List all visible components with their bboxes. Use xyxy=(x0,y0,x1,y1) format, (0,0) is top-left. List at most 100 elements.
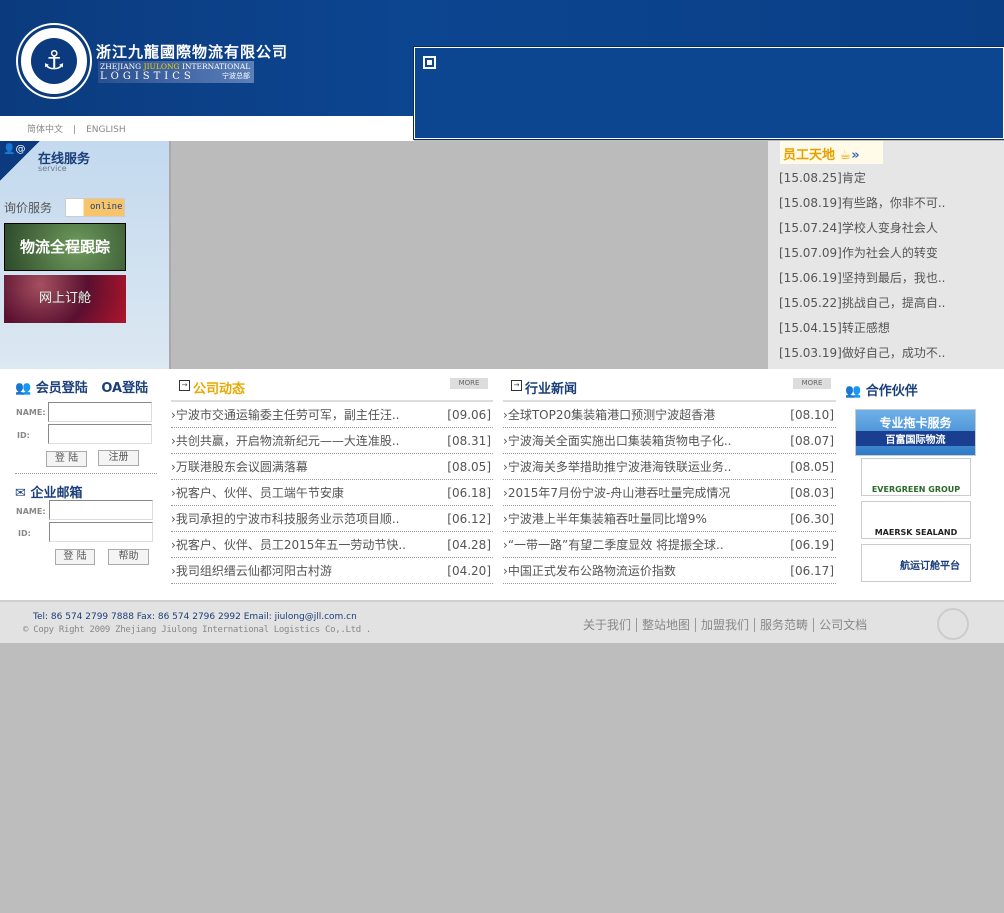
news-row[interactable]: ›万联港股东会议圆满落幕 [08.05] xyxy=(171,454,493,480)
news-title[interactable]: 中国正式发布公路物流运价指数 xyxy=(508,564,676,578)
news-title[interactable]: 祝客户、伙伴、员工2015年五一劳动节快.. xyxy=(176,538,406,552)
news-date: [08.10] xyxy=(790,407,834,422)
mail-title-text: 企业邮箱 xyxy=(30,486,83,501)
member-login-label[interactable]: 会员登陆 xyxy=(36,381,88,396)
footer-link[interactable]: 服务范畴 xyxy=(755,618,815,632)
staff-item[interactable]: [15.07.24]学校人变身社会人 xyxy=(779,219,945,244)
coffee-icon: ☕ xyxy=(839,148,852,163)
news-row[interactable]: ›宁波港上半年集装箱吞吐量同比增9% [06.30] xyxy=(503,506,836,532)
staff-title[interactable]: 员工天地 ☕» xyxy=(780,141,883,164)
footer-link[interactable]: 关于我们 xyxy=(578,618,638,632)
staff-item-title[interactable]: 作为社会人的转变 xyxy=(842,246,938,260)
staff-item-title[interactable]: 做好自己，成功不.. xyxy=(842,346,946,360)
member-icon: 👥 xyxy=(15,381,32,396)
staff-item-title[interactable]: 转正感想 xyxy=(842,321,890,335)
divider xyxy=(15,473,157,474)
mail-id-input[interactable] xyxy=(49,522,153,542)
news-title-wrap: ›祝客户、伙伴、员工端午节安康 xyxy=(171,484,344,501)
news-row[interactable]: ›宁波海关全面实施出口集装箱货物电子化.. [08.07] xyxy=(503,428,836,454)
news-row[interactable]: ›宁波海关多举措助推宁波港海铁联运业务.. [08.05] xyxy=(503,454,836,480)
news-title[interactable]: 共创共赢，开启物流新纪元——大连准股.. xyxy=(176,434,400,448)
staff-item-date: [15.07.09] xyxy=(779,246,842,260)
staff-item-title[interactable]: 挑战自己，提高自.. xyxy=(842,296,946,310)
news-row[interactable]: ›中国正式发布公路物流运价指数 [06.17] xyxy=(503,558,836,584)
member-name-input[interactable] xyxy=(48,402,152,422)
chevron-down-icon: » xyxy=(851,148,860,163)
partner-sub: 百富国际物流 xyxy=(856,431,975,446)
staff-item-title[interactable]: 坚持到最后，我也.. xyxy=(842,271,946,285)
en-logistics: LOGISTICS xyxy=(100,71,195,82)
news-date: [08.07] xyxy=(790,433,834,448)
staff-item[interactable]: [15.08.19]有些路，你非不可.. xyxy=(779,194,945,219)
member-login-button[interactable]: 登 陆 xyxy=(46,451,87,467)
company-news-more[interactable]: MORE xyxy=(450,378,488,389)
staff-item-date: [15.08.25] xyxy=(779,171,842,185)
news-date: [08.31] xyxy=(447,433,491,448)
news-title[interactable]: 宁波港上半年集装箱吞吐量同比增9% xyxy=(508,512,707,526)
news-row[interactable]: ›全球TOP20集装箱港口预测宁波超香港 [08.10] xyxy=(503,402,836,428)
staff-item[interactable]: [15.04.15]转正感想 xyxy=(779,319,945,344)
news-title[interactable]: 宁波海关全面实施出口集装箱货物电子化.. xyxy=(508,434,732,448)
id-label: ID: xyxy=(17,431,30,440)
staff-item[interactable]: [15.03.19]做好自己，成功不.. xyxy=(779,344,945,369)
industry-news-panel: → 行业新闻 MORE ›全球TOP20集装箱港口预测宁波超香港 [08.10] ›宁波… xyxy=(503,369,836,584)
seal-logo xyxy=(937,608,969,640)
staff-item[interactable]: [15.06.19]坚持到最后，我也.. xyxy=(779,269,945,294)
news-title[interactable]: 万联港股东会议圆满落幕 xyxy=(176,460,308,474)
staff-item[interactable]: [15.08.25]肯定 xyxy=(779,169,945,194)
news-row[interactable]: ›宁波市交通运输委主任劳可军，副主任汪.. [09.06] xyxy=(171,402,493,428)
company-logo[interactable]: ⚓ xyxy=(18,25,90,97)
mail-name-input[interactable] xyxy=(49,500,153,520)
news-row[interactable]: ›祝客户、伙伴、员工端午节安康 [06.18] xyxy=(171,480,493,506)
oa-login-link[interactable]: OA登陆 xyxy=(101,381,148,396)
staff-item[interactable]: [15.07.09]作为社会人的转变 xyxy=(779,244,945,269)
news-title[interactable]: “一带一路”有望二季度显效 将提振全球.. xyxy=(508,538,724,552)
register-button[interactable]: 注册 xyxy=(98,450,139,466)
staff-item-title[interactable]: 肯定 xyxy=(842,171,866,185)
staff-title-text: 员工天地 xyxy=(783,148,836,163)
tracking-banner[interactable]: 物流全程跟踪 xyxy=(4,223,126,271)
copyright: © Copy Right 2009 Zhejiang Jiulong Inter… xyxy=(23,625,372,635)
service-sidebar: 👤@ 在线服务 service 询价服务 online 物流全程跟踪 网上订舱 xyxy=(0,141,171,369)
news-title-wrap: ›共创共赢，开启物流新纪元——大连准股.. xyxy=(171,432,399,449)
online-button[interactable]: online xyxy=(65,198,125,217)
news-title[interactable]: 2015年7月份宁波-舟山港吞吐量完成情况 xyxy=(508,486,731,500)
partner-evergreen[interactable]: EVERGREEN GROUP xyxy=(861,458,971,496)
footer-link[interactable]: 加盟我们 xyxy=(696,618,756,632)
news-title-wrap: ›2015年7月份宁波-舟山港吞吐量完成情况 xyxy=(503,484,730,501)
news-row[interactable]: ›我司组织缙云仙都河阳古村游 [04.20] xyxy=(171,558,493,584)
news-title[interactable]: 我司组织缙云仙都河阳古村游 xyxy=(176,564,332,578)
booking-banner[interactable]: 网上订舱 xyxy=(4,275,126,323)
news-row[interactable]: ›祝客户、伙伴、员工2015年五一劳动节快.. [04.28] xyxy=(171,532,493,558)
footer-link[interactable]: 整站地图 xyxy=(637,618,697,632)
mail-login-button[interactable]: 登 陆 xyxy=(55,549,95,565)
help-button[interactable]: 帮助 xyxy=(108,549,149,565)
news-row[interactable]: ›“一带一路”有望二季度显效 将提振全球.. [06.19] xyxy=(503,532,836,558)
company-news-title: 公司动态 xyxy=(193,382,246,397)
partner-maersk[interactable]: MAERSK SEALAND xyxy=(861,501,971,539)
news-title-wrap: ›宁波海关全面实施出口集装箱货物电子化.. xyxy=(503,432,731,449)
news-row[interactable]: ›共创共赢，开启物流新纪元——大连准股.. [08.31] xyxy=(171,428,493,454)
news-row[interactable]: ›2015年7月份宁波-舟山港吞吐量完成情况 [08.03] xyxy=(503,480,836,506)
partner-shipping-platform[interactable]: 航运订舱平台 xyxy=(861,544,971,582)
partner-baifu[interactable]: 专业拖卡服务 百富国际物流 xyxy=(855,409,976,456)
footer-link[interactable]: 公司文档 xyxy=(814,618,872,632)
news-title[interactable]: 宁波海关多举措助推宁波港海铁联运业务.. xyxy=(508,460,732,474)
partners-title-text: 合作伙伴 xyxy=(865,384,918,399)
member-id-input[interactable] xyxy=(48,424,152,444)
staff-item[interactable]: [15.05.22]挑战自己，提高自.. xyxy=(779,294,945,319)
staff-item-date: [15.05.22] xyxy=(779,296,842,310)
lang-english[interactable]: ENGLISH xyxy=(86,125,126,135)
footer-links: 关于我们 整站地图 加盟我们 服务范畴 公司文档 xyxy=(578,616,872,633)
company-news-list: ›宁波市交通运输委主任劳可军，副主任汪.. [09.06] ›共创共赢，开启物流新纪… xyxy=(171,402,493,584)
staff-item-title[interactable]: 有些路，你非不可.. xyxy=(842,196,946,210)
news-title[interactable]: 祝客户、伙伴、员工端午节安康 xyxy=(176,486,344,500)
staff-item-title[interactable]: 学校人变身社会人 xyxy=(842,221,938,235)
news-title[interactable]: 全球TOP20集装箱港口预测宁波超香港 xyxy=(508,408,715,422)
news-title[interactable]: 我司承担的宁波市科技服务业示范项目顺.. xyxy=(176,512,400,526)
lang-chinese[interactable]: 简体中文 xyxy=(27,125,63,135)
industry-news-more[interactable]: MORE xyxy=(793,378,831,389)
mail-icon: ✉ xyxy=(15,486,26,501)
news-row[interactable]: ›我司承担的宁波市科技服务业示范项目顺.. [06.12] xyxy=(171,506,493,532)
news-title[interactable]: 宁波市交通运输委主任劳可军，副主任汪.. xyxy=(176,408,400,422)
